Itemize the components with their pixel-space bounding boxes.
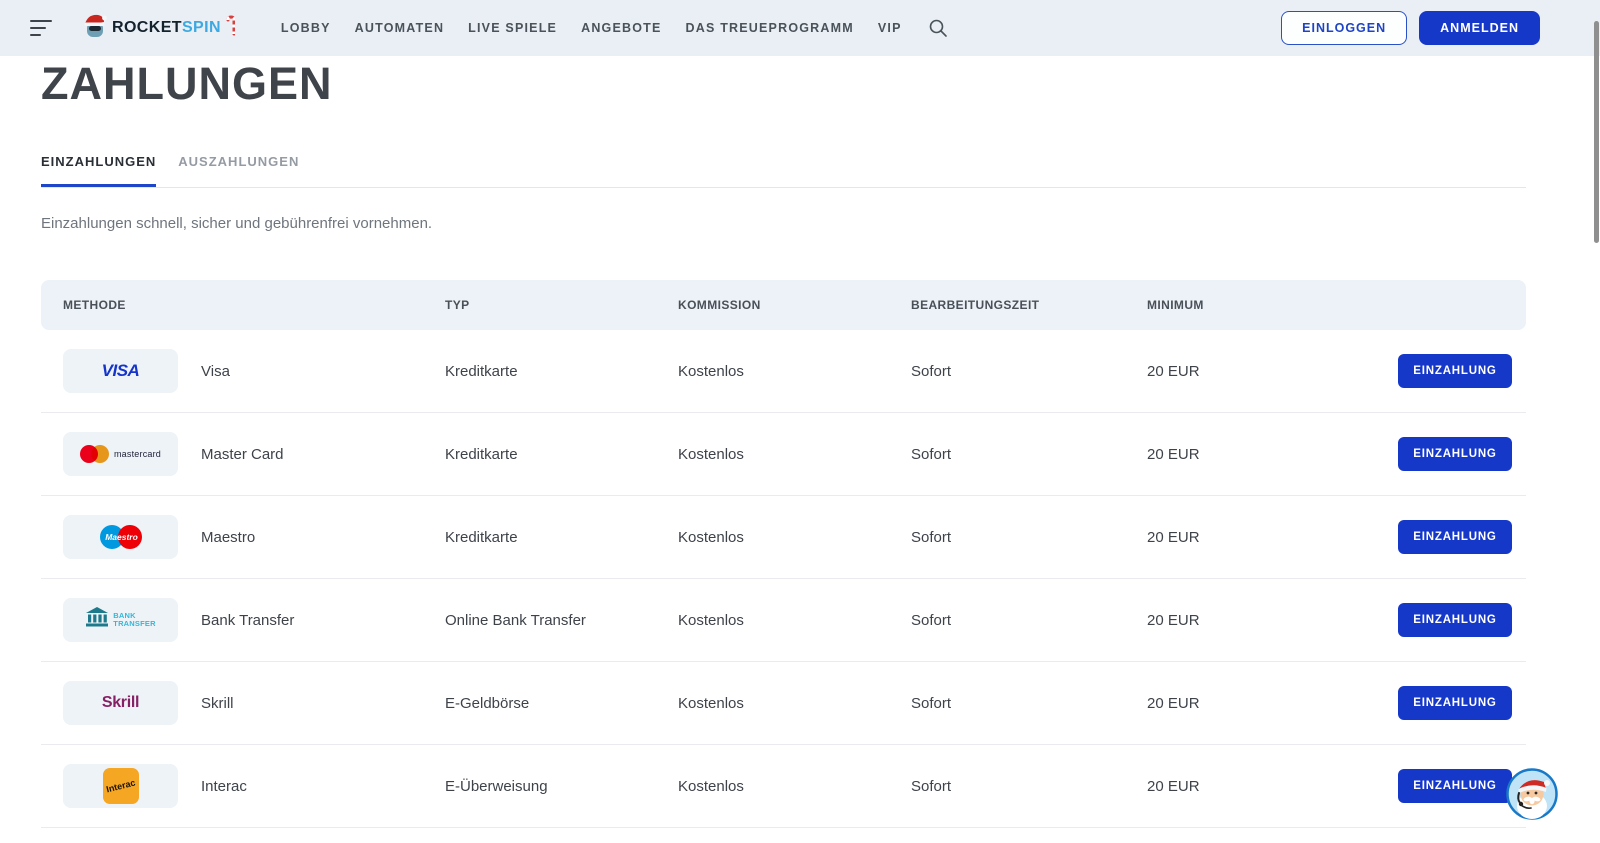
bearbeitungszeit-value: Sofort	[911, 695, 1147, 712]
minimum-value: 20 EUR	[1147, 363, 1398, 380]
logo-wordmark: ROCKETSPIN	[112, 19, 221, 37]
table-row-maestro: Maestro Maestro Kreditkarte Kostenlos So…	[41, 496, 1526, 579]
method-name: Maestro	[201, 529, 255, 546]
tab-auszahlungen[interactable]: AUSZAHLUNGEN	[178, 154, 299, 187]
bearbeitungszeit-value: Sofort	[911, 363, 1147, 380]
page-description: Einzahlungen schnell, sicher und gebühre…	[41, 215, 1600, 232]
table-header: METHODE TYP KOMMISSION BEARBEITUNGSZEIT …	[41, 280, 1526, 330]
nav-treueprogramm[interactable]: DAS TREUEPROGRAMM	[686, 21, 854, 35]
kommission-value: Kostenlos	[678, 529, 911, 546]
maestro-logo: Maestro	[63, 515, 178, 559]
einzahlung-button-mastercard[interactable]: EINZAHLUNG	[1398, 437, 1512, 471]
einzahlung-button-bank-transfer[interactable]: EINZAHLUNG	[1398, 603, 1512, 637]
method-name: Bank Transfer	[201, 612, 294, 629]
bearbeitungszeit-value: Sofort	[911, 778, 1147, 795]
payments-tabs: EINZAHLUNGEN AUSZAHLUNGEN	[41, 154, 1526, 188]
minimum-value: 20 EUR	[1147, 529, 1398, 546]
typ-value: Kreditkarte	[445, 363, 678, 380]
nav-vip[interactable]: VIP	[878, 21, 902, 35]
mastercard-logo: mastercard	[63, 432, 178, 476]
rocketspin-logo[interactable]: ROCKETSPIN	[82, 12, 235, 45]
search-icon[interactable]	[928, 18, 948, 38]
bearbeitungszeit-value: Sofort	[911, 529, 1147, 546]
method-name: Visa	[201, 363, 230, 380]
minimum-value: 20 EUR	[1147, 446, 1398, 463]
bank-building-icon	[85, 607, 109, 633]
top-navbar: ROCKETSPIN LOBBY AUTOMATEN LIVE SPIELE A…	[0, 0, 1600, 56]
typ-value: E-Geldbörse	[445, 695, 678, 712]
nav-live-spiele[interactable]: LIVE SPIELE	[468, 21, 557, 35]
deposit-methods-table: METHODE TYP KOMMISSION BEARBEITUNGSZEIT …	[41, 280, 1526, 828]
login-button[interactable]: EINLOGGEN	[1281, 11, 1407, 45]
interac-badge-icon: Interac	[103, 768, 139, 804]
typ-value: Online Bank Transfer	[445, 612, 678, 629]
bearbeitungszeit-value: Sofort	[911, 612, 1147, 629]
kommission-value: Kostenlos	[678, 778, 911, 795]
typ-value: Kreditkarte	[445, 446, 678, 463]
einzahlung-button-maestro[interactable]: EINZAHLUNG	[1398, 520, 1512, 554]
visa-logo: VISA	[63, 349, 178, 393]
table-row-interac: Interac Interac E-Überweisung Kostenlos …	[41, 745, 1526, 828]
santa-support-avatar-icon	[1506, 768, 1558, 820]
menu-icon[interactable]	[30, 20, 54, 36]
bearbeitungszeit-value: Sofort	[911, 446, 1147, 463]
typ-value: Kreditkarte	[445, 529, 678, 546]
vertical-scrollbar[interactable]	[1594, 21, 1599, 243]
table-row-bank-transfer: BANK TRANSFER Bank Transfer Online Bank …	[41, 579, 1526, 662]
kommission-value: Kostenlos	[678, 363, 911, 380]
col-methode: METHODE	[63, 298, 445, 312]
col-kommission: KOMMISSION	[678, 298, 911, 312]
method-name: Interac	[201, 778, 247, 795]
table-row-visa: VISA Visa Kreditkarte Kostenlos Sofort 2…	[41, 330, 1526, 413]
mastercard-circles-icon	[80, 445, 109, 463]
minimum-value: 20 EUR	[1147, 695, 1398, 712]
interac-logo: Interac	[63, 764, 178, 808]
santa-mascot-icon	[82, 12, 108, 45]
nav-angebote[interactable]: ANGEBOTE	[581, 21, 661, 35]
bank-transfer-logo: BANK TRANSFER	[63, 598, 178, 642]
main-nav: LOBBY AUTOMATEN LIVE SPIELE ANGEBOTE DAS…	[281, 21, 902, 35]
einzahlung-button-skrill[interactable]: EINZAHLUNG	[1398, 686, 1512, 720]
col-minimum: MINIMUM	[1147, 298, 1512, 312]
minimum-value: 20 EUR	[1147, 778, 1398, 795]
live-chat-widget[interactable]	[1506, 768, 1558, 820]
skrill-logo: Skrill	[63, 681, 178, 725]
table-row-mastercard: mastercard Master Card Kreditkarte Koste…	[41, 413, 1526, 496]
tab-einzahlungen[interactable]: EINZAHLUNGEN	[41, 154, 156, 187]
kommission-value: Kostenlos	[678, 695, 911, 712]
nav-lobby[interactable]: LOBBY	[281, 21, 331, 35]
page-title: ZAHLUNGEN	[41, 58, 1600, 110]
signup-button[interactable]: ANMELDEN	[1419, 11, 1540, 45]
col-typ: TYP	[445, 298, 678, 312]
method-name: Skrill	[201, 695, 234, 712]
kommission-value: Kostenlos	[678, 612, 911, 629]
einzahlung-button-visa[interactable]: EINZAHLUNG	[1398, 354, 1512, 388]
candy-cane-icon	[225, 15, 235, 42]
nav-automaten[interactable]: AUTOMATEN	[355, 21, 445, 35]
minimum-value: 20 EUR	[1147, 612, 1398, 629]
col-bearbeitungszeit: BEARBEITUNGSZEIT	[911, 298, 1147, 312]
typ-value: E-Überweisung	[445, 778, 678, 795]
maestro-circles-icon: Maestro	[100, 525, 142, 549]
kommission-value: Kostenlos	[678, 446, 911, 463]
einzahlung-button-interac[interactable]: EINZAHLUNG	[1398, 769, 1512, 803]
method-name: Master Card	[201, 446, 284, 463]
table-row-skrill: Skrill Skrill E-Geldbörse Kostenlos Sofo…	[41, 662, 1526, 745]
